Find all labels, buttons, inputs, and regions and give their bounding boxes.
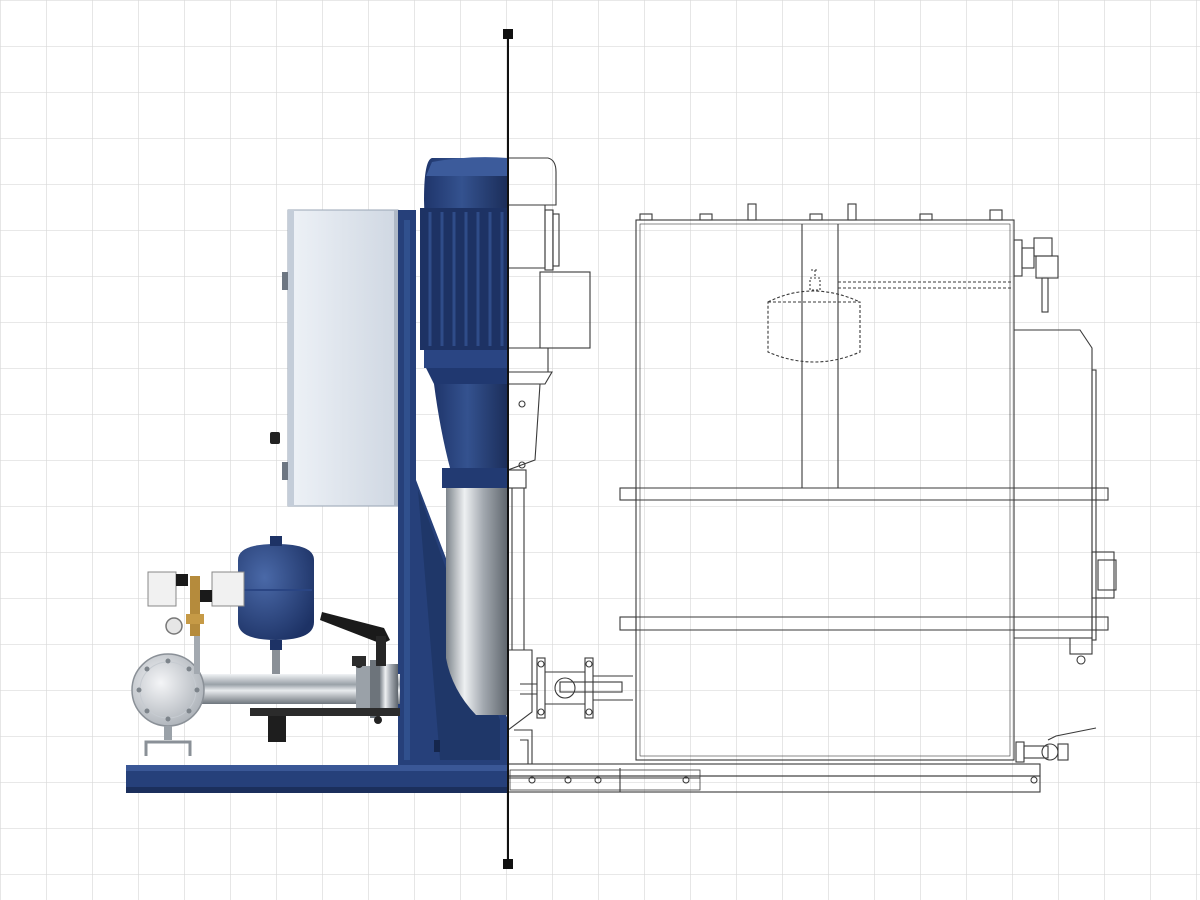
pump-station-drawing xyxy=(0,0,1200,900)
control-cabinet xyxy=(270,209,400,507)
pump-column xyxy=(446,488,508,715)
split-handle-bottom-icon[interactable] xyxy=(503,859,513,869)
comparison-stage xyxy=(0,0,1200,900)
split-handle-top-icon[interactable] xyxy=(503,29,513,39)
